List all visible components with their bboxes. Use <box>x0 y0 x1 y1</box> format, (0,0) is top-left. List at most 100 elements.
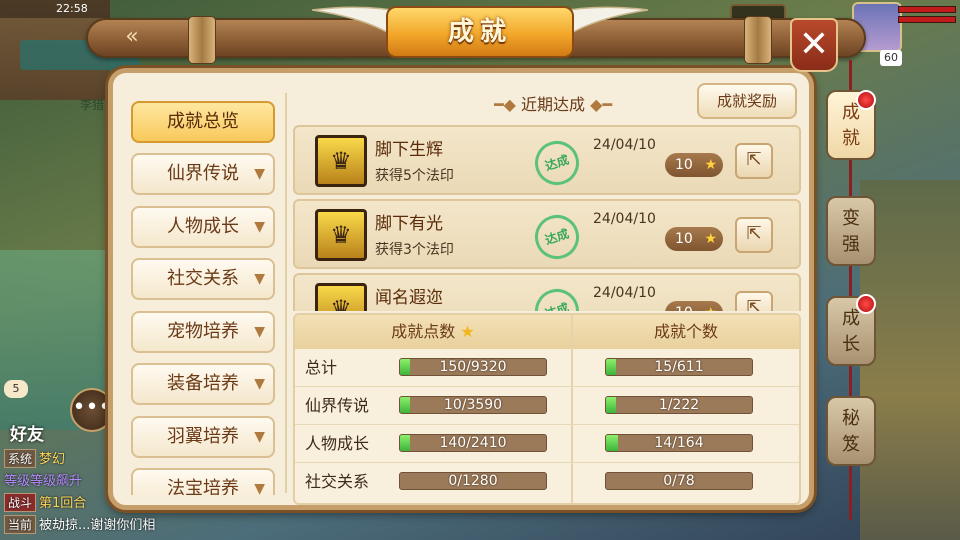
achievement-name: 闻名遐迩 <box>375 288 443 308</box>
achievement-stats-table: 成就点数 ★ 成就个数 总计 150/9320 15/611 仙界传说 10/3… <box>293 313 801 505</box>
header-points-label: 成就点数 <box>391 322 456 341</box>
stats-row-label: 总计 <box>305 358 338 377</box>
menu-item-character-growth[interactable]: 人物成长 ▼ <box>131 206 275 248</box>
side-tab-strengthen[interactable]: 变强 <box>826 196 876 266</box>
player-level: 60 <box>880 50 902 66</box>
achievement-row: ♛ 脚下生辉 获得5个法印 达成 24/04/10 10 ★ ⇱ <box>293 125 801 195</box>
progress-text: 0/78 <box>663 473 695 489</box>
count-progress-bar: 14/164 <box>605 434 753 452</box>
progress-text: 15/611 <box>654 359 704 375</box>
achievement-points: 10 ★ <box>665 153 723 177</box>
menu-item-immortal-legend[interactable]: 仙界传说 ▼ <box>131 153 275 195</box>
recent-achievement-list[interactable]: ♛ 脚下生辉 获得5个法印 达成 24/04/10 10 ★ ⇱ ♛ 脚下有光 获… <box>293 125 801 311</box>
crown-icon: ♛ <box>315 135 367 187</box>
points-progress-bar: 0/1280 <box>399 472 547 490</box>
progress-text: 10/3590 <box>443 397 503 413</box>
side-tab-label: 成长 <box>842 308 860 355</box>
points-value: 10 <box>675 305 693 311</box>
achievement-name: 脚下有光 <box>375 214 443 234</box>
clock: 22:58 <box>56 2 88 15</box>
progress-text: 150/9320 <box>439 359 507 375</box>
points-progress-bar: 150/9320 <box>399 358 547 376</box>
completed-stamp: 达成 <box>529 209 585 265</box>
player-name: 李猎 <box>80 98 105 112</box>
scroll-cap <box>744 16 772 64</box>
recent-title: ━◆ 近期达成 ◆━ <box>493 95 613 114</box>
header-count: 成就个数 <box>653 322 718 341</box>
completed-stamp: 达成 <box>529 283 585 311</box>
stats-row-label: 社交关系 <box>305 472 370 491</box>
star-icon: ★ <box>460 322 475 341</box>
achievement-reward-button[interactable]: 成就奖励 <box>697 83 797 119</box>
page-title: 成就 <box>386 6 574 58</box>
points-value: 10 <box>675 231 693 247</box>
close-button[interactable]: ✕ <box>790 18 838 72</box>
achievement-points: 10 ★ <box>665 227 723 251</box>
share-icon: ⇱ <box>746 297 762 311</box>
points-value: 10 <box>675 157 693 173</box>
menu-item-overview[interactable]: 成就总览 <box>131 101 275 143</box>
notification-dot <box>856 90 876 110</box>
star-icon: ★ <box>704 301 717 311</box>
menu-item-social[interactable]: 社交关系 ▼ <box>131 258 275 300</box>
stats-row-label: 人物成长 <box>305 434 370 453</box>
chevron-down-icon: ▼ <box>254 166 265 182</box>
crown-icon: ♛ <box>315 209 367 261</box>
friend-button[interactable]: 好友 <box>10 420 44 445</box>
share-button[interactable]: ⇱ <box>735 217 773 253</box>
achievement-desc: 获得5个法印 <box>375 168 454 184</box>
achievement-row: ♛ 闻名遐迩 达成 24/04/10 10 ★ ⇱ <box>293 273 801 311</box>
back-arrow-icon[interactable]: « <box>110 26 154 50</box>
progress-text: 1/222 <box>658 397 700 413</box>
share-button[interactable]: ⇱ <box>735 143 773 179</box>
star-icon: ★ <box>704 231 717 247</box>
chevron-down-icon: ▼ <box>254 219 265 235</box>
chat-text: 梦幻 <box>39 452 66 467</box>
chevron-down-icon: ▼ <box>254 481 265 495</box>
menu-divider <box>285 93 287 493</box>
notification-dot <box>856 294 876 314</box>
stats-row: 总计 150/9320 15/611 <box>295 349 799 387</box>
points-progress-bar: 10/3590 <box>399 396 547 414</box>
menu-item-label: 宠物培养 <box>167 321 239 342</box>
close-icon: ✕ <box>798 24 830 65</box>
menu-item-label: 人物成长 <box>167 216 239 237</box>
header-points: 成就点数 ★ <box>295 315 571 349</box>
menu-item-equipment[interactable]: 装备培养 ▼ <box>131 363 275 405</box>
progress-text: 140/2410 <box>439 435 507 451</box>
side-tab-label: 成就 <box>842 102 860 149</box>
side-tab-label: 秘笈 <box>842 408 860 455</box>
status-bar: 22:58 <box>0 0 110 18</box>
side-tab-secrets[interactable]: 秘笈 <box>826 396 876 466</box>
mp-bar <box>898 16 956 23</box>
achievement-row: ♛ 脚下有光 获得3个法印 达成 24/04/10 10 ★ ⇱ <box>293 199 801 269</box>
chat-text: 第1回合 <box>39 496 87 511</box>
chevron-down-icon: ▼ <box>254 429 265 445</box>
stats-row-label: 仙界传说 <box>305 396 370 415</box>
chevron-down-icon: ▼ <box>254 271 265 287</box>
count-progress-bar: 0/78 <box>605 472 753 490</box>
chat-text: 被劫掠...谢谢你们相 <box>39 518 156 533</box>
share-button[interactable]: ⇱ <box>735 291 773 311</box>
share-icon: ⇱ <box>746 223 762 244</box>
chevron-down-icon: ▼ <box>254 376 265 392</box>
menu-item-label: 成就总览 <box>167 111 239 132</box>
friend-count-badge: 5 <box>4 380 28 398</box>
chat-channel-tag: 系统 <box>4 449 37 468</box>
count-progress-bar: 15/611 <box>605 358 753 376</box>
count-progress-bar: 1/222 <box>605 396 753 414</box>
menu-item-pet[interactable]: 宠物培养 ▼ <box>131 311 275 353</box>
menu-item-label: 羽翼培养 <box>167 426 239 447</box>
menu-item-wings[interactable]: 羽翼培养 ▼ <box>131 416 275 458</box>
menu-item-treasure[interactable]: 法宝培养 ▼ <box>131 468 275 495</box>
menu-item-label: 仙界传说 <box>167 163 239 184</box>
chat-line: 系统 梦幻 <box>4 448 66 468</box>
chat-line: 战斗 第1回合 <box>4 492 87 512</box>
chat-channel-tag: 当前 <box>4 515 37 534</box>
chat-line: 当前 被劫掠...谢谢你们相 <box>4 514 156 534</box>
points-progress-bar: 140/2410 <box>399 434 547 452</box>
category-menu: 成就总览 仙界传说 ▼ 人物成长 ▼ 社交关系 ▼ 宠物培养 ▼ 装备培养 ▼ … <box>113 73 293 495</box>
crown-icon: ♛ <box>315 283 367 311</box>
menu-item-label: 社交关系 <box>167 268 239 289</box>
stats-row: 人物成长 140/2410 14/164 <box>295 425 799 463</box>
